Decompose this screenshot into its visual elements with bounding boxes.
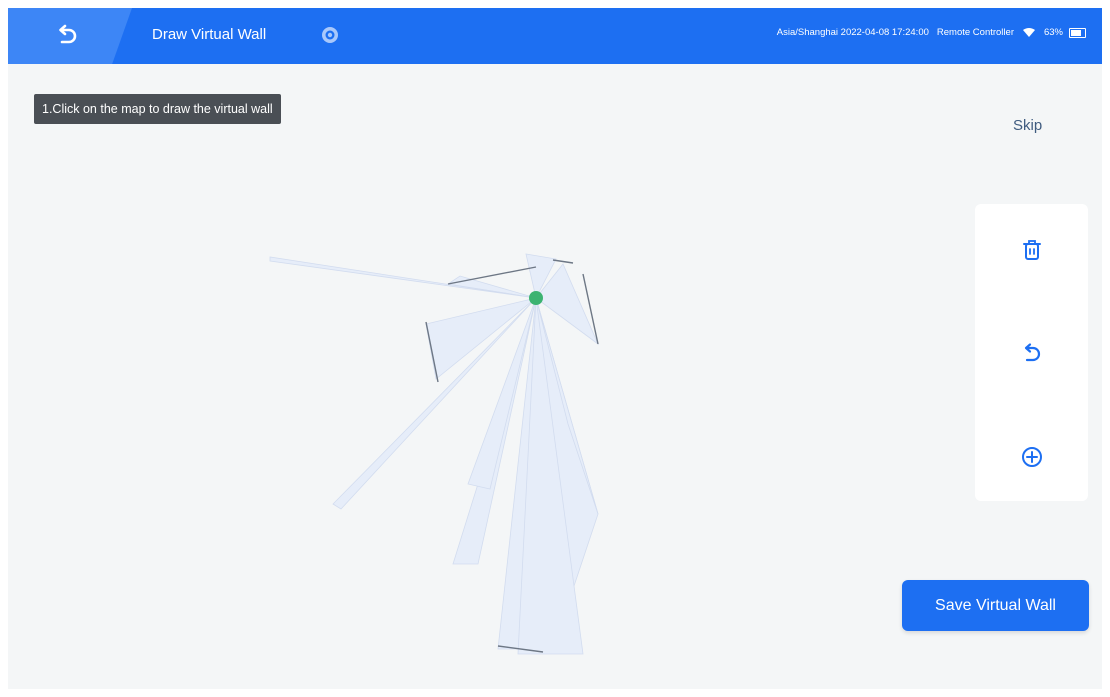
app-frame: Draw Virtual Wall Asia/Shanghai 2022-04-… bbox=[8, 8, 1102, 689]
page-title: Draw Virtual Wall bbox=[152, 26, 267, 43]
save-virtual-wall-button[interactable]: Save Virtual Wall bbox=[902, 580, 1089, 631]
info-icon bbox=[322, 27, 338, 43]
datetime-text: Asia/Shanghai 2022-04-08 17:24:00 bbox=[776, 27, 929, 38]
add-circle-icon bbox=[1022, 447, 1042, 467]
info-button[interactable] bbox=[319, 24, 341, 46]
robot-position-marker bbox=[529, 291, 543, 305]
top-bar: Draw Virtual Wall Asia/Shanghai 2022-04-… bbox=[8, 8, 1102, 64]
trash-icon bbox=[1023, 240, 1041, 260]
wifi-icon bbox=[1022, 27, 1035, 37]
delete-button[interactable] bbox=[1015, 234, 1049, 268]
back-arrow-icon bbox=[59, 24, 77, 44]
battery-text: 63% bbox=[1043, 27, 1063, 38]
skip-button[interactable]: Skip bbox=[1013, 117, 1042, 134]
back-button[interactable] bbox=[52, 22, 82, 50]
mode-text: Remote Controller bbox=[936, 27, 1014, 38]
undo-button[interactable] bbox=[1015, 337, 1049, 371]
battery-icon bbox=[1069, 27, 1086, 38]
instruction-label: 1.Click on the map to draw the virtual w… bbox=[34, 94, 281, 124]
tool-panel bbox=[975, 204, 1088, 501]
add-point-button[interactable] bbox=[1015, 440, 1049, 474]
undo-icon bbox=[1024, 343, 1041, 362]
status-area: Asia/Shanghai 2022-04-08 17:24:00 Remote… bbox=[777, 27, 1086, 38]
